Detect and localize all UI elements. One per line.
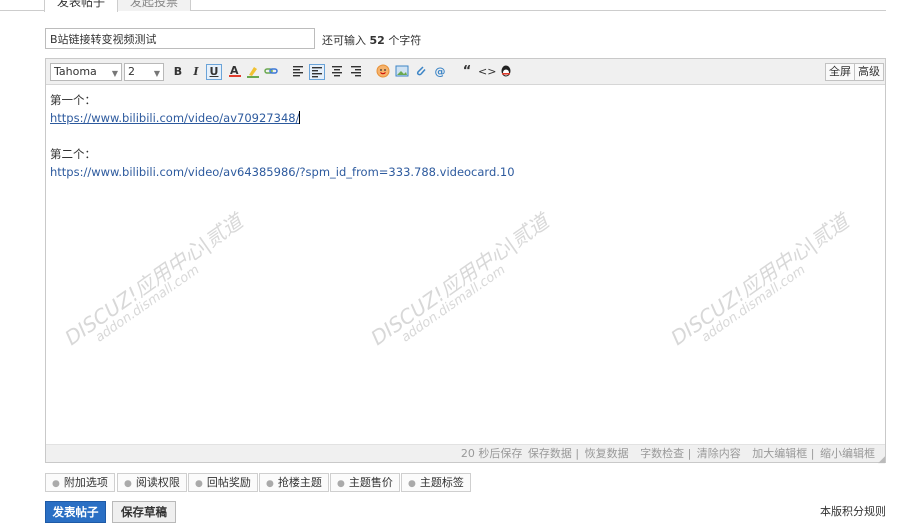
content-label-1: 第一个： xyxy=(50,93,96,107)
watermark: DISCUZ!应用中心|贰道 addon.dismall.com xyxy=(366,209,553,350)
clear-content-link[interactable]: 清除内容 xyxy=(697,447,741,460)
bullet-icon: ● xyxy=(266,479,274,489)
bullet-icon: ● xyxy=(337,479,345,489)
watermark: DISCUZ!应用中心|贰道 addon.dismall.com xyxy=(666,209,853,350)
option-floor-race[interactable]: ● 抢楼主题 xyxy=(259,473,329,492)
resize-grip-icon[interactable]: ◢ xyxy=(875,452,885,465)
bullet-icon: ● xyxy=(52,479,60,489)
content-label-2: 第二个： xyxy=(50,147,96,161)
align-left-active-icon[interactable] xyxy=(309,64,325,80)
align-center-icon[interactable] xyxy=(329,64,345,80)
link-icon[interactable] xyxy=(263,64,279,80)
text-caret xyxy=(299,111,301,124)
emoji-icon[interactable] xyxy=(375,64,391,80)
quote-icon[interactable]: “ xyxy=(459,64,475,80)
content-line-2: https://www.bilibili.com/video/av7092734… xyxy=(50,109,880,127)
title-char-hint: 还可输入 52 个字符 xyxy=(322,32,421,48)
option-thread-tags[interactable]: ● 主题标签 xyxy=(401,473,471,492)
bold-button[interactable]: B xyxy=(170,64,186,80)
tab-start-poll[interactable]: 发起投票 xyxy=(117,0,192,11)
chevron-down-icon: ▼ xyxy=(111,69,118,78)
video-link-1[interactable]: https://www.bilibili.com/video/av7092734… xyxy=(50,111,299,125)
image-icon[interactable] xyxy=(394,64,410,80)
enlarge-editor-link[interactable]: 加大编辑框 xyxy=(752,447,807,460)
option-reply-reward[interactable]: ● 回帖奖励 xyxy=(188,473,258,492)
video-link-2[interactable]: https://www.bilibili.com/video/av6438598… xyxy=(50,165,515,179)
option-read-permission[interactable]: ● 阅读权限 xyxy=(117,473,187,492)
rich-editor: Tahoma ▼ 2 ▼ B I U A @ “ <> 全屏 高级 DISCUZ… xyxy=(45,58,886,465)
submit-post-button[interactable]: 发表帖子 xyxy=(45,501,106,523)
board-rules-link[interactable]: 本版积分规则 xyxy=(820,503,886,519)
font-size-value: 2 xyxy=(128,65,135,78)
bullet-icon: ● xyxy=(195,479,203,489)
editor-toolbar: Tahoma ▼ 2 ▼ B I U A @ “ <> 全屏 高级 xyxy=(46,59,885,85)
save-draft-button[interactable]: 保存草稿 xyxy=(112,501,176,523)
title-input[interactable] xyxy=(45,28,315,49)
editor-statusbar: 20 秒后保存 保存数据 | 恢复数据 字数检查 | 清除内容 加大编辑框 | … xyxy=(46,444,885,465)
word-check-link[interactable]: 字数检查 xyxy=(640,447,684,460)
bullet-icon: ● xyxy=(124,479,132,489)
attachment-icon[interactable] xyxy=(413,64,429,80)
font-color-icon[interactable]: A xyxy=(227,64,243,80)
italic-button[interactable]: I xyxy=(188,64,204,80)
hint-prefix: 还可输入 xyxy=(322,34,366,47)
qq-icon[interactable] xyxy=(498,64,514,80)
autosave-countdown: 20 秒后保存 xyxy=(460,447,523,460)
restore-data-link[interactable]: 恢复数据 xyxy=(585,447,629,460)
option-extra[interactable]: ● 附加选项 xyxy=(45,473,115,492)
align-right-icon[interactable] xyxy=(348,64,364,80)
watermark: DISCUZ!应用中心|贰道 addon.dismall.com xyxy=(60,209,247,350)
font-family-value: Tahoma xyxy=(54,65,97,78)
editor-content[interactable]: 第一个： https://www.bilibili.com/video/av70… xyxy=(50,91,880,181)
hint-remaining: 52 xyxy=(369,34,385,47)
code-icon[interactable]: <> xyxy=(478,64,496,80)
option-thread-price[interactable]: ● 主题售价 xyxy=(330,473,400,492)
align-left-icon[interactable] xyxy=(290,64,306,80)
bullet-icon: ● xyxy=(408,479,416,489)
at-mention-icon[interactable]: @ xyxy=(432,64,448,80)
tab-post-thread[interactable]: 发表帖子 xyxy=(44,0,119,12)
hint-suffix: 个字符 xyxy=(388,34,422,47)
chevron-down-icon: ▼ xyxy=(153,69,160,78)
save-data-link[interactable]: 保存数据 xyxy=(528,447,572,460)
fullscreen-button[interactable]: 全屏 xyxy=(825,63,855,81)
highlight-icon[interactable] xyxy=(245,64,261,80)
shrink-editor-link[interactable]: 缩小编辑框 xyxy=(820,447,875,460)
underline-button[interactable]: U xyxy=(206,64,222,80)
font-size-select[interactable]: 2 ▼ xyxy=(124,63,164,81)
advanced-mode-button[interactable]: 高级 xyxy=(854,63,884,81)
font-family-select[interactable]: Tahoma ▼ xyxy=(50,63,122,81)
post-tabs: 发表帖子 发起投票 xyxy=(0,0,886,12)
